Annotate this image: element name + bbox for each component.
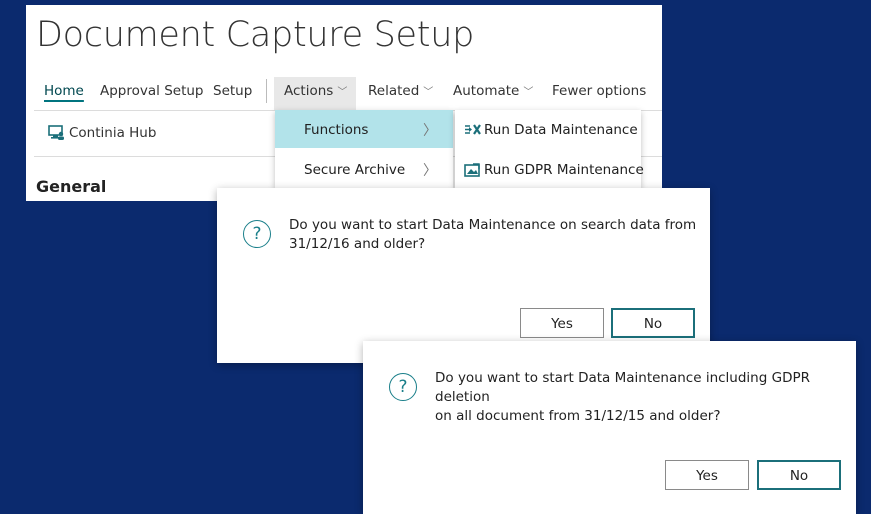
menu-item-label: Secure Archive bbox=[304, 162, 406, 178]
dialog-message-line: Do you want to start Data Maintenance in… bbox=[435, 370, 810, 405]
chevron-down-icon: ﹀ bbox=[523, 87, 534, 98]
menu-item-functions[interactable]: Functions 〉 bbox=[275, 110, 453, 148]
menu-item-label: Functions bbox=[304, 122, 369, 138]
question-icon: ? bbox=[389, 373, 417, 401]
dialog-message: Do you want to start Data Maintenance on… bbox=[289, 216, 696, 254]
yes-button[interactable]: Yes bbox=[520, 308, 604, 338]
gdpr-maintenance-icon bbox=[464, 163, 480, 177]
menu-item-label: Run GDPR Maintenance bbox=[484, 162, 644, 178]
tab-home[interactable]: Home bbox=[44, 83, 84, 99]
no-button[interactable]: No bbox=[611, 308, 695, 338]
no-button[interactable]: No bbox=[757, 460, 841, 490]
menu-item-secure-archive[interactable]: Secure Archive 〉 bbox=[275, 150, 453, 188]
page-title: Document Capture Setup bbox=[36, 15, 475, 55]
chevron-down-icon: ﹀ bbox=[337, 87, 348, 98]
tab-setup[interactable]: Setup bbox=[213, 83, 252, 99]
data-maintenance-icon bbox=[465, 124, 481, 135]
dialog-message: Do you want to start Data Maintenance in… bbox=[435, 369, 856, 426]
menu-item-run-gdpr-maintenance[interactable]: Run GDPR Maintenance bbox=[455, 150, 644, 188]
chevron-down-icon: ﹀ bbox=[423, 87, 434, 98]
menu-item-label: Run Data Maintenance bbox=[484, 122, 638, 138]
menu-item-run-data-maintenance[interactable]: Run Data Maintenance bbox=[455, 110, 641, 148]
dialog-message-line: 31/12/16 and older? bbox=[289, 236, 426, 252]
chevron-right-icon: 〉 bbox=[423, 123, 437, 139]
dialog-message-line: Do you want to start Data Maintenance on… bbox=[289, 217, 697, 233]
functions-submenu: Run Data Maintenance Run GDPR Maintenanc… bbox=[455, 110, 644, 188]
actions-menu: Functions 〉 Secure Archive 〉 bbox=[275, 110, 453, 188]
fewer-options-link[interactable]: Fewer options bbox=[552, 83, 646, 99]
tab-approval-setup[interactable]: Approval Setup bbox=[100, 83, 204, 99]
confirm-dialog-data-maintenance: ? Do you want to start Data Maintenance … bbox=[217, 188, 710, 363]
monitor-user-icon bbox=[48, 125, 64, 140]
dialog-message-line: on all document from 31/12/15 and older? bbox=[435, 408, 721, 424]
tab-actions-label: Actions bbox=[284, 83, 334, 99]
continia-hub-button[interactable]: Continia Hub bbox=[48, 125, 156, 141]
yes-button[interactable]: Yes bbox=[665, 460, 749, 490]
tab-automate[interactable]: Automate ﹀ bbox=[453, 83, 533, 99]
tab-related[interactable]: Related ﹀ bbox=[368, 83, 433, 99]
tab-actions[interactable]: Actions ﹀ bbox=[284, 83, 347, 99]
continia-hub-label: Continia Hub bbox=[69, 125, 157, 141]
confirm-dialog-gdpr-maintenance: ? Do you want to start Data Maintenance … bbox=[363, 341, 856, 514]
section-general-heading: General bbox=[36, 177, 107, 196]
tab-automate-label: Automate bbox=[453, 83, 520, 99]
action-bar: Home Approval Setup Setup Actions ﹀ Relat… bbox=[26, 77, 662, 111]
tab-related-label: Related bbox=[368, 83, 420, 99]
chevron-right-icon: 〉 bbox=[423, 163, 437, 179]
question-icon: ? bbox=[243, 220, 271, 248]
nav-separator bbox=[266, 79, 267, 103]
